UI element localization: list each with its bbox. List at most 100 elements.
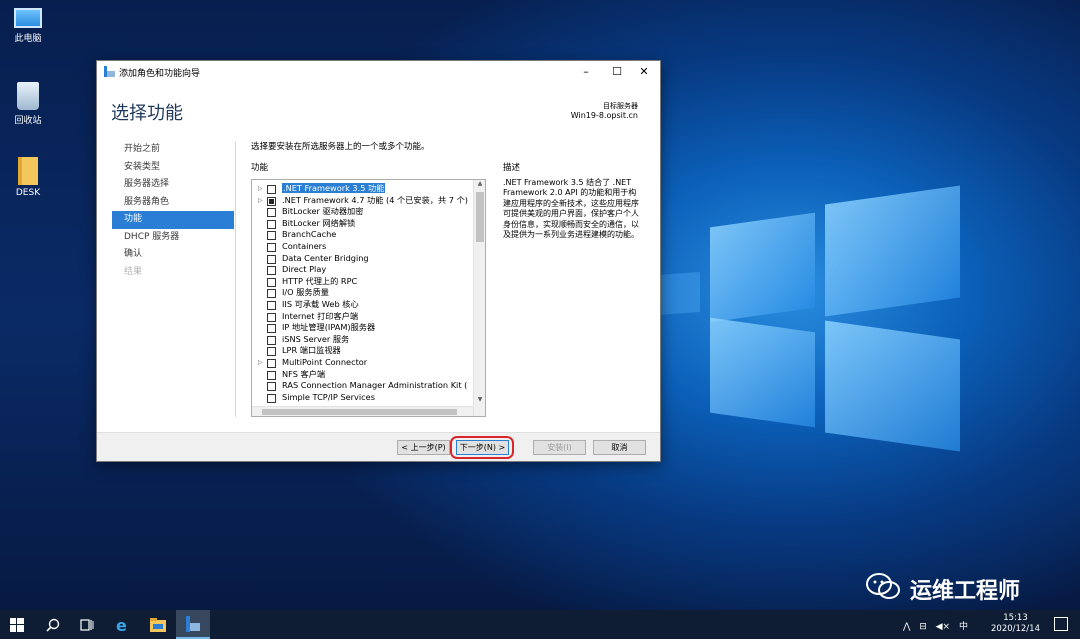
feature-row[interactable]: RAS Connection Manager Administration Ki… bbox=[252, 380, 473, 392]
features-tree[interactable]: ▷ .NET Framework 3.5 功能 ▷ .NET Framework 4.… bbox=[251, 179, 486, 417]
volume-muted-icon[interactable]: ◀× bbox=[936, 622, 950, 632]
network-icon[interactable]: ⊟ bbox=[919, 622, 927, 632]
folder-icon bbox=[18, 157, 38, 185]
feature-row[interactable]: I/O 服务质量 bbox=[252, 287, 473, 299]
feature-label: IP 地址管理(IPAM)服务器 bbox=[282, 322, 376, 333]
scroll-down-icon[interactable]: ▼ bbox=[474, 396, 485, 406]
feature-row[interactable]: ▷ MultiPoint Connector bbox=[252, 357, 473, 369]
scrollbar-thumb[interactable] bbox=[262, 409, 457, 415]
next-button[interactable]: 下一步(N) > bbox=[456, 440, 509, 455]
feature-checkbox[interactable] bbox=[267, 382, 276, 392]
desktop-icon-label: 回收站 bbox=[14, 116, 42, 126]
feature-label: HTTP 代理上的 RPC bbox=[282, 275, 358, 286]
feature-row[interactable]: LPR 端口监视器 bbox=[252, 345, 473, 357]
feature-row[interactable]: Direct Play bbox=[252, 264, 473, 276]
desktop-icon-recycle-bin[interactable]: 回收站 bbox=[0, 82, 56, 126]
wizard-step[interactable]: 服务器选择 bbox=[112, 176, 234, 194]
feature-row[interactable]: BitLocker 驱动器加密 bbox=[252, 206, 473, 218]
wizard-step[interactable]: DHCP 服务器 bbox=[112, 229, 234, 247]
wizard-steps-nav: 开始之前 安装类型 服务器选择 服务器角色 功能 DHCP 服务器 确认结果 bbox=[112, 141, 234, 281]
desktop-icon-this-pc[interactable]: 此电脑 bbox=[0, 8, 56, 44]
feature-checkbox[interactable] bbox=[267, 347, 276, 357]
ime-indicator[interactable]: 中 bbox=[959, 622, 968, 632]
system-tray: ⋀ ⊟ ◀× 中 bbox=[903, 619, 968, 632]
feature-row[interactable]: ▷ .NET Framework 4.7 功能 (4 个已安装，共 7 个) bbox=[252, 195, 473, 207]
description-header: 描述 bbox=[503, 163, 521, 173]
feature-checkbox[interactable] bbox=[267, 254, 276, 264]
clock[interactable]: 15:13 2020/12/14 bbox=[991, 613, 1040, 635]
feature-checkbox[interactable] bbox=[267, 185, 276, 194]
expand-arrow-icon[interactable]: ▷ bbox=[258, 357, 263, 369]
wizard-step[interactable]: 确认 bbox=[112, 246, 234, 264]
feature-row[interactable]: HTTP 代理上的 RPC bbox=[252, 276, 473, 288]
wizard-step[interactable]: 开始之前 bbox=[112, 141, 234, 159]
feature-row[interactable]: Simple TCP/IP Services bbox=[252, 392, 473, 404]
wechat-icon bbox=[866, 573, 900, 599]
recycle-bin-icon bbox=[17, 82, 39, 110]
feature-row[interactable]: IIS 可承载 Web 核心 bbox=[252, 299, 473, 311]
feature-label: BranchCache bbox=[282, 229, 337, 240]
title-bar[interactable]: 添加角色和功能向导 – ☐ ✕ bbox=[97, 61, 660, 83]
windows-logo-wallpaper bbox=[700, 165, 960, 465]
feature-checkbox[interactable] bbox=[267, 358, 276, 368]
wizard-step[interactable]: 安装类型 bbox=[112, 159, 234, 177]
feature-checkbox[interactable] bbox=[267, 196, 276, 206]
previous-button[interactable]: < 上一步(P) bbox=[397, 440, 450, 455]
feature-checkbox[interactable] bbox=[267, 219, 276, 229]
feature-row[interactable]: Internet 打印客户端 bbox=[252, 311, 473, 323]
maximize-button[interactable]: ☐ bbox=[607, 64, 627, 80]
taskbar-file-explorer[interactable] bbox=[141, 610, 175, 639]
add-roles-features-wizard: 添加角色和功能向导 – ☐ ✕ 选择功能 目标服务器 Win19-8.opsit… bbox=[96, 60, 661, 462]
feature-checkbox[interactable] bbox=[267, 277, 276, 287]
close-button[interactable]: ✕ bbox=[634, 64, 654, 80]
cancel-button[interactable]: 取消 bbox=[593, 440, 646, 455]
notification-icon[interactable] bbox=[1054, 617, 1068, 631]
feature-row[interactable]: Data Center Bridging bbox=[252, 253, 473, 265]
feature-checkbox[interactable] bbox=[267, 300, 276, 310]
wizard-step[interactable]: 功能 bbox=[112, 211, 234, 229]
features-header: 功能 bbox=[251, 163, 269, 173]
expand-arrow-icon[interactable]: ▷ bbox=[258, 183, 263, 195]
scrollbar-thumb[interactable] bbox=[476, 192, 484, 242]
vertical-scrollbar[interactable]: ▲ ▼ bbox=[473, 180, 485, 416]
feature-checkbox[interactable] bbox=[267, 370, 276, 380]
wizard-step[interactable]: 服务器角色 bbox=[112, 194, 234, 212]
feature-checkbox[interactable] bbox=[267, 393, 276, 403]
minimize-button[interactable]: – bbox=[576, 64, 596, 80]
search-button[interactable] bbox=[36, 610, 70, 639]
instruction-text: 选择要安装在所选服务器上的一个或多个功能。 bbox=[251, 142, 430, 152]
feature-checkbox[interactable] bbox=[267, 324, 276, 334]
wizard-step: 结果 bbox=[124, 266, 143, 277]
taskbar-server-manager[interactable] bbox=[176, 610, 210, 639]
feature-label: IIS 可承载 Web 核心 bbox=[282, 298, 359, 309]
feature-label: LPR 端口监视器 bbox=[282, 345, 341, 356]
feature-description: .NET Framework 3.5 结合了 .NET Framework 2.… bbox=[503, 178, 639, 240]
feature-checkbox[interactable] bbox=[267, 231, 276, 241]
feature-row[interactable]: NFS 客户端 bbox=[252, 369, 473, 381]
feature-checkbox[interactable] bbox=[267, 335, 276, 345]
install-button[interactable]: 安装(I) bbox=[533, 440, 586, 455]
scroll-up-icon[interactable]: ▲ bbox=[474, 180, 485, 190]
expand-arrow-icon[interactable]: ▷ bbox=[258, 195, 263, 207]
desktop-icon-label: 此电脑 bbox=[14, 34, 42, 44]
feature-row[interactable]: IP 地址管理(IPAM)服务器 bbox=[252, 322, 473, 334]
destination-label: 目标服务器 bbox=[603, 102, 638, 110]
feature-checkbox[interactable] bbox=[267, 312, 276, 322]
feature-row[interactable]: BitLocker 网络解锁 bbox=[252, 218, 473, 230]
feature-row[interactable]: ▷ .NET Framework 3.5 功能 bbox=[252, 183, 473, 195]
taskbar-edge[interactable]: e bbox=[106, 610, 140, 639]
feature-row[interactable]: BranchCache bbox=[252, 229, 473, 241]
taskbar: e ⋀ ⊟ ◀× 中 15:13 2020/12/14 bbox=[0, 610, 1080, 639]
feature-checkbox[interactable] bbox=[267, 208, 276, 218]
feature-row[interactable]: Containers bbox=[252, 241, 473, 253]
chevron-up-icon[interactable]: ⋀ bbox=[903, 622, 910, 632]
horizontal-scrollbar[interactable] bbox=[252, 406, 473, 416]
feature-checkbox[interactable] bbox=[267, 242, 276, 252]
feature-row[interactable]: iSNS Server 服务 bbox=[252, 334, 473, 346]
svg-text:e: e bbox=[116, 617, 127, 633]
desktop-icon-desk[interactable]: DESK bbox=[0, 157, 56, 198]
start-button[interactable] bbox=[0, 610, 34, 639]
task-view-button[interactable] bbox=[70, 610, 104, 639]
feature-checkbox[interactable] bbox=[267, 266, 276, 276]
feature-checkbox[interactable] bbox=[267, 289, 276, 299]
